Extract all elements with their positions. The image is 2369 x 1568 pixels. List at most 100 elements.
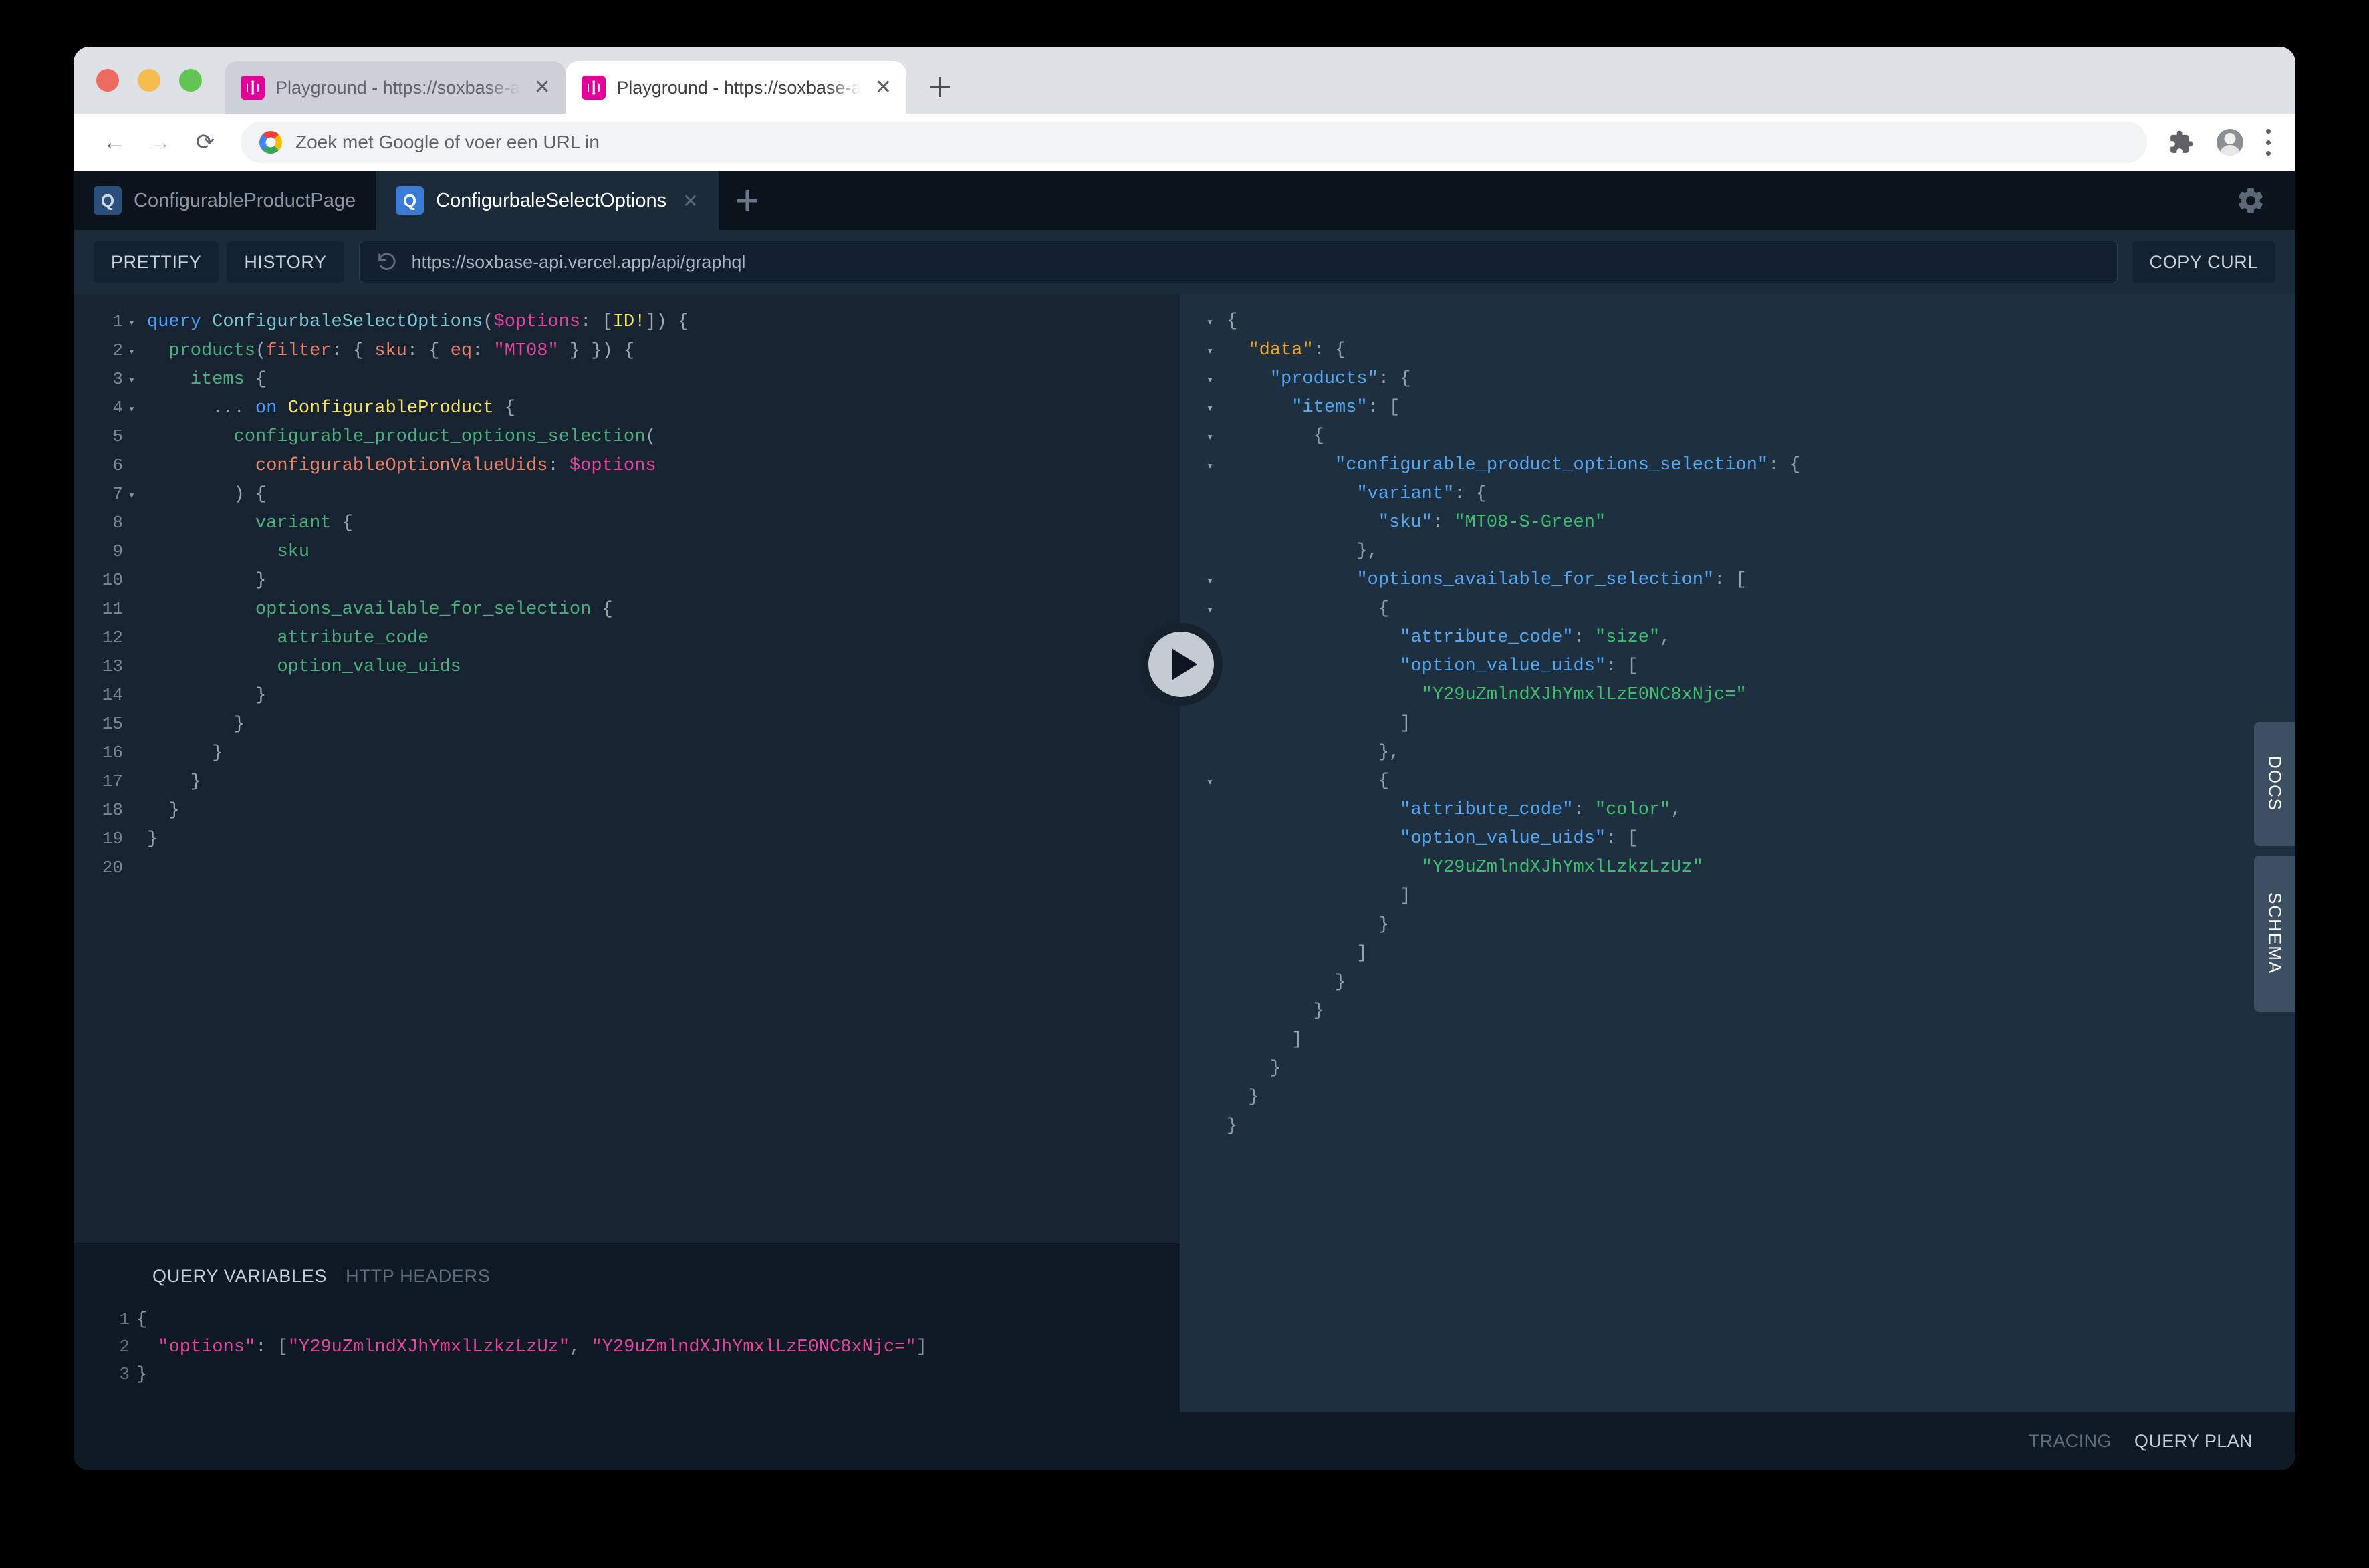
line-number: 4 [112, 398, 123, 418]
prettify-button[interactable]: PRETTIFY [94, 241, 219, 283]
address-bar[interactable]: Zoek met Google of voer een URL in [241, 122, 2147, 163]
code-token: { [136, 1310, 148, 1330]
variables-editor[interactable]: 1{2 "options": ["Y29uZmlndXJhYmxlLzkzLzU… [74, 1287, 1180, 1392]
json-line: ] [1207, 1030, 2295, 1059]
code-token: } [136, 1365, 148, 1385]
query-plan-tab[interactable]: QUERY PLAN [2134, 1431, 2253, 1452]
fold-arrow-icon[interactable]: ▾ [1207, 603, 1227, 617]
json-text: "Y29uZmlndXJhYmxlLzkzLzUz" [1227, 858, 1703, 878]
line-number: 2 [119, 1337, 130, 1357]
endpoint-url-input[interactable]: https://soxbase-api.vercel.app/api/graph… [358, 241, 2118, 283]
code-token: sku [374, 341, 407, 361]
close-icon[interactable]: ✕ [872, 76, 894, 99]
json-line: "option_value_uids": [ [1207, 829, 2295, 858]
reload-icon[interactable]: ⟳ [184, 122, 226, 163]
response-viewer[interactable]: ▾{▾ "data": {▾ "products": {▾ "items": [… [1180, 294, 2295, 1412]
browser-tab-2[interactable]: Playground - https://soxbase-a ✕ [566, 61, 907, 114]
json-text: "attribute_code": "size", [1227, 628, 1670, 648]
code-line: 15 } [74, 714, 1180, 743]
side-tab-bar: DOCS SCHEMA [2254, 722, 2295, 1012]
fold-arrow-icon[interactable]: ▾ [123, 374, 140, 388]
new-tab-button[interactable] [921, 68, 959, 106]
json-text: "option_value_uids": [ [1227, 829, 1638, 849]
close-icon[interactable]: ✕ [531, 76, 553, 99]
extensions-icon[interactable] [2168, 130, 2194, 155]
fold-arrow-icon[interactable]: ▾ [1207, 373, 1227, 387]
code-token: eq [450, 341, 473, 361]
fold-arrow-icon[interactable]: ▾ [1207, 574, 1227, 588]
code-line: 8 variant { [74, 513, 1180, 541]
json-text: } [1227, 972, 1346, 993]
fold-arrow-icon[interactable]: ▾ [1207, 459, 1227, 473]
code-text: "options": ["Y29uZmlndXJhYmxlLzkzLzUz", … [130, 1337, 926, 1357]
tab-query-variables[interactable]: QUERY VARIABLES [152, 1266, 327, 1287]
fold-arrow-icon[interactable]: ▾ [1207, 344, 1227, 358]
fold-arrow-icon[interactable]: ▾ [1207, 775, 1227, 789]
code-token: "Y29uZmlndXJhYmxlLzkzLzUz" [287, 1337, 570, 1357]
fold-arrow-icon[interactable]: ▾ [1207, 430, 1227, 444]
code-token: ( [483, 312, 494, 332]
fold-arrow-icon[interactable]: ▾ [123, 489, 140, 503]
history-button[interactable]: HISTORY [227, 241, 344, 283]
json-text: "Y29uZmlndXJhYmxlLzE0NC8xNjc=" [1227, 685, 1747, 705]
code-token: "configurable_product_options_selection" [1335, 455, 1769, 475]
execute-query-button[interactable] [1140, 623, 1223, 706]
code-token: filter [266, 341, 332, 361]
code-token: : [ [1606, 829, 1638, 849]
line-number: 5 [112, 426, 123, 446]
close-window-button[interactable] [96, 69, 119, 92]
gear-icon[interactable] [2235, 185, 2266, 216]
code-token: products [168, 341, 256, 361]
code-text: ) { [140, 485, 267, 505]
code-token: : [1432, 513, 1455, 533]
code-token: configurableOptionValueUids [255, 456, 548, 476]
code-token: : { [1454, 484, 1487, 504]
json-line: ▾ "options_available_for_selection": [ [1207, 570, 2295, 599]
playground-tab-configurbaleselectoptions[interactable]: Q ConfigurbaleSelectOptions ✕ [376, 171, 719, 230]
query-editor[interactable]: 1 ▾ query ConfigurbaleSelectOptions($optio… [74, 294, 1180, 1243]
tracing-tab[interactable]: TRACING [2029, 1431, 2112, 1452]
minimize-window-button[interactable] [138, 69, 160, 92]
fold-arrow-icon[interactable]: ▾ [1207, 402, 1227, 416]
json-line: } [1207, 1059, 2295, 1087]
schema-tab[interactable]: SCHEMA [2254, 856, 2295, 1012]
code-token: : { [331, 341, 375, 361]
forward-icon[interactable]: → [139, 122, 180, 163]
code-token: "option_value_uids" [1400, 656, 1606, 676]
avatar[interactable] [2217, 129, 2243, 156]
json-line: } [1207, 1087, 2295, 1116]
fold-arrow-icon[interactable]: ▾ [1207, 315, 1227, 330]
json-line: ] [1207, 944, 2295, 972]
code-token: { [244, 370, 267, 390]
code-line: 7 ▾ ) { [74, 484, 1180, 513]
code-text: } [140, 571, 266, 591]
line-number: 19 [102, 829, 123, 849]
fold-arrow-icon[interactable]: ▾ [123, 402, 140, 416]
code-token: : [ [1606, 656, 1638, 676]
code-token: $options [493, 312, 581, 332]
copy-curl-button[interactable]: COPY CURL [2132, 241, 2275, 283]
tab-http-headers[interactable]: HTTP HEADERS [346, 1266, 490, 1287]
code-token: : [1573, 628, 1595, 648]
json-text: "options_available_for_selection": [ [1227, 570, 1746, 590]
close-icon[interactable]: ✕ [682, 190, 698, 212]
query-editor-pane: 1 ▾ query ConfigurbaleSelectOptions($optio… [74, 294, 1180, 1470]
code-token: { [591, 600, 613, 620]
json-text: { [1227, 311, 1237, 332]
line-number: 14 [102, 685, 123, 705]
playground-tab-configurableproductpage[interactable]: Q ConfigurableProductPage [74, 171, 376, 230]
back-icon[interactable]: ← [94, 122, 135, 163]
maximize-window-button[interactable] [179, 69, 202, 92]
fold-arrow-icon[interactable]: ▾ [123, 316, 140, 330]
playground-new-tab-button[interactable] [719, 171, 776, 230]
browser-menu-icon[interactable] [2266, 129, 2275, 156]
fold-arrow-icon[interactable]: ▾ [123, 345, 140, 359]
code-text: attribute_code [140, 628, 428, 648]
code-line: 10 } [74, 570, 1180, 599]
docs-tab[interactable]: DOCS [2254, 722, 2295, 846]
browser-tab-1[interactable]: Playground - https://soxbase-a ✕ [225, 61, 566, 114]
code-token: option_value_uids [277, 657, 461, 677]
json-line: ] [1207, 886, 2295, 915]
